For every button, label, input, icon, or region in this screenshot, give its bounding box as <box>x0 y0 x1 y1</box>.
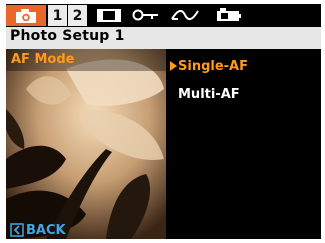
wave-icon[interactable] <box>170 7 200 23</box>
tab-camera[interactable] <box>6 5 46 26</box>
tab-page-1[interactable]: 1 <box>48 5 67 26</box>
back-button[interactable]: BACK <box>10 222 66 238</box>
tab-page-2-label: 2 <box>72 7 83 24</box>
selection-arrow-icon <box>170 61 177 71</box>
tab-bar: 1 2 <box>6 4 321 27</box>
option-single-af[interactable]: Single-AF <box>170 59 248 74</box>
title-bar: Photo Setup 1 <box>6 27 321 49</box>
af-mode-label: AF Mode <box>11 52 75 67</box>
display-icon[interactable] <box>97 7 121 23</box>
options-panel: Single-AF Multi-AF <box>166 49 321 239</box>
page-title: Photo Setup 1 <box>10 28 125 44</box>
key-icon[interactable] <box>132 7 160 23</box>
option-multi-af-label: Multi-AF <box>178 87 240 102</box>
camera-screen: 1 2 Photo Setup 1 AF Mode Single-AF Mult… <box>6 4 321 239</box>
back-arrow-icon <box>10 223 24 237</box>
back-label: BACK <box>26 222 66 238</box>
tab-page-1-label: 1 <box>52 7 63 24</box>
option-single-af-label: Single-AF <box>178 59 248 74</box>
camera-icon <box>16 8 36 23</box>
af-mode-menu-item[interactable]: AF Mode <box>6 49 166 71</box>
tab-page-2[interactable]: 2 <box>68 5 87 26</box>
camera-battery-icon[interactable] <box>216 7 242 23</box>
option-multi-af[interactable]: Multi-AF <box>178 87 240 102</box>
